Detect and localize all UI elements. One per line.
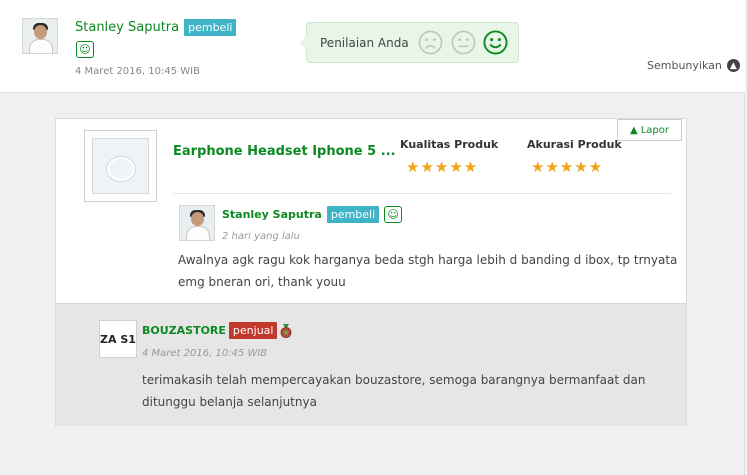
- divider: [173, 193, 671, 194]
- product-review-card: ▲ Lapor Earphone Headset Iphone 5 ... Ku…: [55, 118, 687, 426]
- seller-date: 4 Maret 2016, 10:45 WIB: [142, 348, 268, 359]
- review-text-line-1: Awalnya agk ragu kok harganya beda stgh …: [178, 253, 678, 267]
- seller-logo[interactable]: ZA S1: [99, 320, 137, 358]
- buyer-avatar[interactable]: [22, 18, 58, 54]
- seller-name[interactable]: BOUZASTORE: [142, 324, 226, 337]
- seller-reply: ZA S1 BOUZASTORE penjual 4 Maret 2016, 1…: [56, 303, 686, 426]
- quality-stars: ★★★★★: [406, 158, 479, 176]
- seller-text-line-1: terimakasih telah mempercayakan bouzasto…: [142, 373, 646, 387]
- rating-label: Penilaian Anda: [320, 36, 409, 50]
- reviewer-badge: pembeli: [326, 206, 380, 223]
- report-button[interactable]: ▲ Lapor: [617, 119, 682, 141]
- happy-face-icon[interactable]: [483, 30, 508, 55]
- smile-icon: ☺: [76, 41, 94, 58]
- review-time: 2 hari yang lalu: [222, 231, 301, 242]
- buyer-name[interactable]: Stanley Saputra: [75, 20, 179, 35]
- hide-label: Sembunyikan: [647, 59, 722, 72]
- medal-icon: [281, 323, 292, 338]
- accuracy-stars: ★★★★★: [531, 158, 604, 176]
- review-date: 4 Maret 2016, 10:45 WIB: [75, 66, 200, 77]
- accuracy-label: Akurasi Produk: [527, 138, 622, 151]
- chevron-up-icon: ▲: [726, 59, 740, 72]
- seller-badge: penjual: [228, 322, 278, 339]
- product-title[interactable]: Earphone Headset Iphone 5 ...: [173, 144, 396, 159]
- reviewer-name[interactable]: Stanley Saputra: [222, 208, 322, 221]
- product-image[interactable]: [84, 130, 157, 202]
- sad-face-icon[interactable]: [418, 30, 443, 55]
- report-label: Lapor: [640, 124, 669, 136]
- seller-text-line-2: ditunggu belanja selanjutnya: [142, 395, 317, 409]
- buyer-badge: pembeli: [184, 19, 237, 36]
- review-text-line-2: emg bneran ori, thank youu: [178, 275, 346, 289]
- quality-label: Kualitas Produk: [400, 138, 499, 151]
- review-header: Stanley Saputra pembeli ☺ 4 Maret 2016, …: [0, 0, 745, 93]
- smile-icon: ☺: [384, 206, 403, 223]
- warning-icon: ▲: [630, 124, 638, 136]
- neutral-face-icon[interactable]: [451, 30, 476, 55]
- rating-popup: Penilaian Anda: [299, 22, 519, 63]
- hide-button[interactable]: Sembunyikan ▲: [647, 59, 740, 72]
- reviewer-avatar[interactable]: [179, 205, 215, 241]
- review-panel: Stanley Saputra pembeli ☺ 4 Maret 2016, …: [0, 0, 745, 475]
